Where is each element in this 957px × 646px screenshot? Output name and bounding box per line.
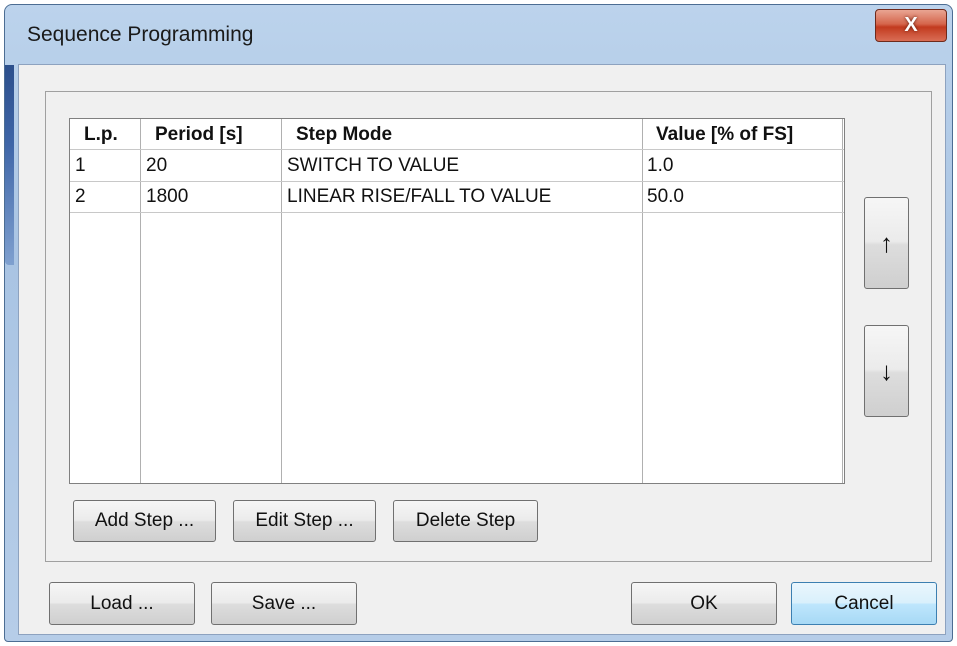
column-divider [140,119,141,483]
cell-period: 20 [146,155,168,176]
close-icon: X [904,14,918,36]
dialog-window: Sequence Programming X L.p. Period [s] S… [4,4,953,642]
arrow-up-icon: ↑ [880,227,893,258]
row-divider [70,212,844,213]
cell-period: 1800 [146,186,189,207]
column-divider [281,119,282,483]
close-button[interactable]: X [875,9,947,42]
cell-lp: 2 [75,186,86,207]
column-header-lp[interactable]: L.p. [84,124,118,146]
cell-step-mode: SWITCH TO VALUE [287,155,460,176]
column-divider [842,119,843,483]
load-button[interactable]: Load ... [49,582,195,625]
column-header-step-mode[interactable]: Step Mode [296,124,392,146]
save-button[interactable]: Save ... [211,582,357,625]
window-left-accent [5,65,14,265]
column-header-value[interactable]: Value [% of FS] [656,124,793,146]
cell-value: 1.0 [647,155,674,176]
add-step-button[interactable]: Add Step ... [73,500,216,542]
ok-button[interactable]: OK [631,582,777,625]
column-divider [642,119,643,483]
cell-value: 50.0 [647,186,684,207]
cell-step-mode: LINEAR RISE/FALL TO VALUE [287,186,552,207]
window-title: Sequence Programming [27,23,254,46]
delete-step-button[interactable]: Delete Step [393,500,538,542]
dialog-client-area: L.p. Period [s] Step Mode Value [% of FS… [18,64,946,635]
arrow-down-icon: ↓ [880,355,893,386]
cell-lp: 1 [75,155,86,176]
move-down-button[interactable]: ↓ [864,325,909,417]
steps-table[interactable]: L.p. Period [s] Step Mode Value [% of FS… [69,118,845,484]
edit-step-button[interactable]: Edit Step ... [233,500,376,542]
move-up-button[interactable]: ↑ [864,197,909,289]
row-divider [70,181,844,182]
row-divider [70,149,844,150]
cancel-button[interactable]: Cancel [791,582,937,625]
column-header-period[interactable]: Period [s] [155,124,243,146]
